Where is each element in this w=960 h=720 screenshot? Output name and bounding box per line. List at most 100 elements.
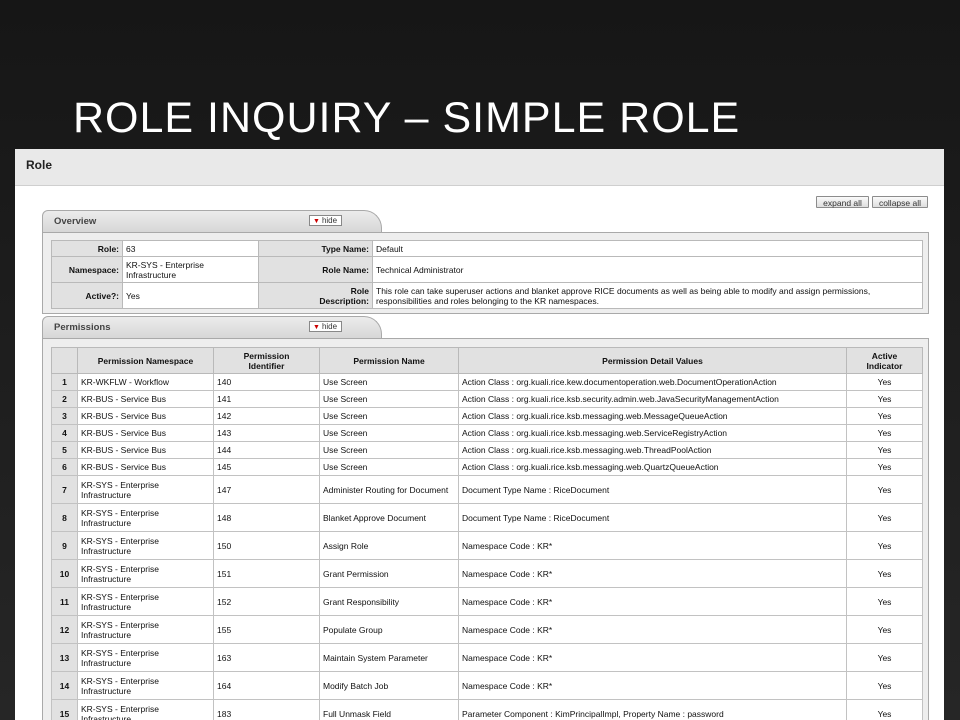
permission-identifier-cell: 140 xyxy=(213,373,320,391)
permission-name-cell: Full Unmask Field xyxy=(319,699,459,720)
permission-detail-cell: Action Class : org.kuali.rice.ksb.messag… xyxy=(458,407,847,425)
row-number: 13 xyxy=(51,643,78,672)
permission-detail-cell: Action Class : org.kuali.rice.ksb.messag… xyxy=(458,424,847,442)
table-row: 9 KR-SYS - Enterprise Infrastructure 150 As… xyxy=(51,531,923,560)
permission-identifier-cell: 142 xyxy=(213,407,320,425)
active-indicator-cell: Yes xyxy=(846,407,923,425)
permissions-table-body: 1 KR-WKFLW - Workflow 140 Use Screen Action … xyxy=(51,373,923,720)
overview-hide-label: hide xyxy=(321,216,338,225)
overview-hide-button[interactable]: ▼ hide xyxy=(309,215,343,226)
active-indicator-cell: Yes xyxy=(846,671,923,700)
row-number: 7 xyxy=(51,475,78,504)
permissions-hide-label: hide xyxy=(321,322,338,331)
namespace-label: Namespace: xyxy=(51,256,123,283)
permission-detail-cell: Namespace Code : KR* xyxy=(458,559,847,588)
permission-namespace-cell: KR-SYS - Enterprise Infrastructure xyxy=(77,531,214,560)
permission-name-cell: Use Screen xyxy=(319,424,459,442)
permission-name-cell: Grant Permission xyxy=(319,559,459,588)
expand-all-button[interactable]: expand all xyxy=(816,196,869,208)
role-description-label: Role Description: xyxy=(258,282,373,309)
permission-name-cell: Use Screen xyxy=(319,458,459,476)
header-permission-name: Permission Name xyxy=(319,347,459,374)
header-permission-detail-values: Permission Detail Values xyxy=(458,347,847,374)
active-indicator-cell: Yes xyxy=(846,559,923,588)
permission-namespace-cell: KR-SYS - Enterprise Infrastructure xyxy=(77,559,214,588)
table-row: 7 KR-SYS - Enterprise Infrastructure 147 Ad… xyxy=(51,475,923,504)
row-number: 4 xyxy=(51,424,78,442)
namespace-value: KR-SYS - Enterprise Infrastructure xyxy=(122,256,259,283)
permission-namespace-cell: KR-BUS - Service Bus xyxy=(77,424,214,442)
permission-identifier-cell: 151 xyxy=(213,559,320,588)
table-row: 5 KR-BUS - Service Bus 144 Use Screen Action… xyxy=(51,441,923,459)
permission-name-cell: Use Screen xyxy=(319,373,459,391)
permissions-hide-button[interactable]: ▼ hide xyxy=(309,321,343,332)
row-number: 15 xyxy=(51,699,78,720)
table-row: 4 KR-BUS - Service Bus 143 Use Screen Action… xyxy=(51,424,923,442)
permission-namespace-cell: KR-SYS - Enterprise Infrastructure xyxy=(77,671,214,700)
table-row: 12 KR-SYS - Enterprise Infrastructure 155 P… xyxy=(51,615,923,644)
row-number: 11 xyxy=(51,587,78,616)
overview-tab: Overview ▼ hide xyxy=(42,210,382,233)
active-indicator-cell: Yes xyxy=(846,531,923,560)
overview-tab-label: Overview xyxy=(54,216,97,227)
permission-namespace-cell: KR-SYS - Enterprise Infrastructure xyxy=(77,699,214,720)
header-permission-identifier-line1: Permission xyxy=(243,350,290,361)
permission-namespace-cell: KR-SYS - Enterprise Infrastructure xyxy=(77,643,214,672)
table-row: 2 KR-BUS - Service Bus 141 Use Screen Action… xyxy=(51,390,923,408)
table-row: 14 KR-SYS - Enterprise Infrastructure 164 M… xyxy=(51,671,923,700)
page-header: Role xyxy=(15,149,944,186)
permission-name-cell: Grant Responsibility xyxy=(319,587,459,616)
permission-detail-cell: Action Class : org.kuali.rice.ksb.securi… xyxy=(458,390,847,408)
permission-identifier-cell: 144 xyxy=(213,441,320,459)
table-row: 3 KR-BUS - Service Bus 142 Use Screen Action… xyxy=(51,407,923,425)
permission-namespace-cell: KR-BUS - Service Bus xyxy=(77,407,214,425)
overview-table: Role: 63 Type Name: Default Namespace: K… xyxy=(51,240,923,309)
permissions-tab-label: Permissions xyxy=(54,322,111,333)
row-number: 6 xyxy=(51,458,78,476)
permission-detail-cell: Namespace Code : KR* xyxy=(458,643,847,672)
permission-detail-cell: Action Class : org.kuali.rice.ksb.messag… xyxy=(458,441,847,459)
table-row: 8 KR-SYS - Enterprise Infrastructure 148 Bl… xyxy=(51,503,923,532)
permission-name-cell: Blanket Approve Document xyxy=(319,503,459,532)
active-indicator-cell: Yes xyxy=(846,441,923,459)
header-permission-identifier: Permission Identifier xyxy=(213,347,320,374)
active-indicator-cell: Yes xyxy=(846,373,923,391)
collapse-all-button[interactable]: collapse all xyxy=(871,196,928,208)
active-label: Active?: xyxy=(51,282,123,309)
permission-identifier-cell: 141 xyxy=(213,390,320,408)
permission-namespace-cell: KR-BUS - Service Bus xyxy=(77,390,214,408)
permission-name-cell: Modify Batch Job xyxy=(319,671,459,700)
role-name-value: Technical Administrator xyxy=(372,256,923,283)
active-indicator-cell: Yes xyxy=(846,458,923,476)
active-indicator-cell: Yes xyxy=(846,615,923,644)
table-row: 11 KR-SYS - Enterprise Infrastructure 152 G… xyxy=(51,587,923,616)
active-indicator-cell: Yes xyxy=(846,587,923,616)
permission-detail-cell: Parameter Component : KimPrincipalImpl, … xyxy=(458,699,847,720)
row-number: 14 xyxy=(51,671,78,700)
permission-name-cell: Populate Group xyxy=(319,615,459,644)
permissions-tab: Permissions ▼ hide xyxy=(42,316,382,339)
permission-namespace-cell: KR-WKFLW - Workflow xyxy=(77,373,214,391)
permission-namespace-cell: KR-SYS - Enterprise Infrastructure xyxy=(77,587,214,616)
page-title: Role xyxy=(26,158,53,172)
permission-namespace-cell: KR-SYS - Enterprise Infrastructure xyxy=(77,615,214,644)
type-name-label: Type Name: xyxy=(258,240,373,257)
role-description-label-line2: Description: xyxy=(319,295,369,306)
header-active-indicator-line1: Active xyxy=(871,350,898,361)
permission-namespace-cell: KR-BUS - Service Bus xyxy=(77,458,214,476)
header-permission-identifier-line2: Identifier xyxy=(248,360,285,371)
role-label: Role: xyxy=(51,240,123,257)
header-active-indicator-line2: Indicator xyxy=(866,360,903,371)
type-name-value: Default xyxy=(372,240,923,257)
permissions-table: Permission Namespace Permission Identifie… xyxy=(51,347,923,720)
active-value: Yes xyxy=(122,282,259,309)
table-row: 15 KR-SYS - Enterprise Infrastructure 183 F… xyxy=(51,699,923,720)
role-name-label: Role Name: xyxy=(258,256,373,283)
active-indicator-cell: Yes xyxy=(846,475,923,504)
row-number: 5 xyxy=(51,441,78,459)
permission-detail-cell: Namespace Code : KR* xyxy=(458,531,847,560)
active-indicator-cell: Yes xyxy=(846,424,923,442)
permission-detail-cell: Document Type Name : RiceDocument xyxy=(458,503,847,532)
role-inquiry-screenshot: Role expand all collapse all Overview ▼ h… xyxy=(15,149,944,720)
active-indicator-cell: Yes xyxy=(846,699,923,720)
